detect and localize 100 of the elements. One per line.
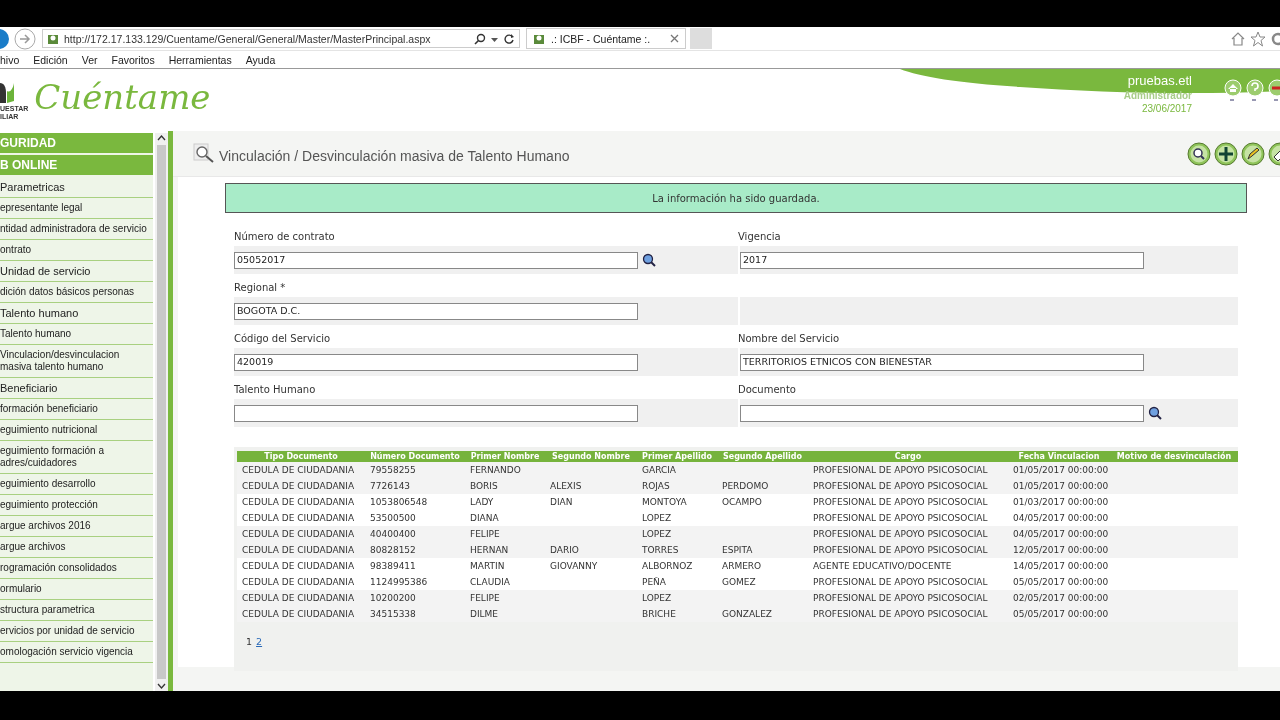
gear-icon[interactable] (1270, 30, 1280, 47)
search-icon[interactable] (1187, 141, 1211, 166)
table-cell: PEÑA (637, 574, 717, 590)
table-cell: 53500500 (365, 510, 465, 526)
star-icon[interactable] (1250, 30, 1266, 47)
page-icon (533, 32, 545, 45)
user-name: pruebas.etl (1126, 73, 1192, 89)
menu-item[interactable]: formación beneficiario (0, 399, 153, 420)
table-cell: 01/03/2017 00:00:00 (1008, 494, 1110, 510)
home-icon[interactable] (1230, 30, 1246, 47)
table-cell: PROFESIONAL DE APOYO PSICOSOCIAL (808, 526, 1008, 542)
scrollbar[interactable] (155, 133, 168, 691)
menu-item[interactable]: eguimiento desarrollo (0, 474, 153, 495)
table-cell: DIAN (545, 494, 637, 510)
menu-item[interactable]: epresentante legal (0, 198, 153, 219)
menu-item[interactable]: Ver (81, 53, 98, 66)
search-icon[interactable] (642, 253, 656, 267)
table-cell: 01/05/2017 00:00:00 (1008, 462, 1110, 478)
field-label: Nombre del Servicio (738, 333, 840, 344)
menu-item[interactable]: argue archivos 2016 (0, 516, 153, 537)
menu-item[interactable]: Herramientas (168, 53, 232, 66)
input-field[interactable]: BOGOTA D.C. (234, 302, 638, 320)
menu-item[interactable]: ervicios por unidad de servicio (0, 621, 153, 642)
table-cell: 05/05/2017 00:00:00 (1008, 574, 1110, 590)
search-icon[interactable] (1148, 406, 1162, 420)
menu-item[interactable]: eguimiento nutricional (0, 420, 153, 441)
input-field[interactable] (234, 404, 638, 422)
table-cell: CEDULA DE CIUDADANIA (237, 494, 365, 510)
close-icon[interactable] (670, 34, 679, 43)
table-cell: BORIS (465, 478, 545, 494)
column-header: Motivo de desvinculación (1110, 451, 1238, 462)
table-cell: DARIO (545, 542, 637, 558)
table-cell: FERNANDO (465, 462, 545, 478)
input-field[interactable]: 05052017 (234, 251, 638, 269)
field-label: Código del Servicio (234, 333, 331, 344)
menu-item[interactable]: Beneficiario (0, 378, 153, 399)
table-cell: CEDULA DE CIUDADANIA (237, 478, 365, 494)
table-cell: DILME (465, 606, 545, 622)
menu-item[interactable]: ormulario (0, 579, 153, 600)
table-cell: FELIPE (465, 526, 545, 542)
table-cell: LOPEZ (637, 510, 717, 526)
input-field[interactable]: TERRITORIOS ETNICOS CON BIENESTAR (740, 353, 1144, 371)
table-cell: 12/05/2017 00:00:00 (1008, 542, 1110, 558)
table-cell: PROFESIONAL DE APOYO PSICOSOCIAL (808, 462, 1008, 478)
menu-item[interactable]: Parametricas (0, 177, 153, 198)
success-message: La información ha sido guardada. (225, 183, 1247, 213)
table-cell: 01/05/2017 00:00:00 (1008, 478, 1110, 494)
menu-item[interactable]: rogramación consolidados (0, 558, 153, 579)
add-icon[interactable] (1214, 141, 1238, 166)
menu-item[interactable]: eguimiento formación a adres/cuidadores (0, 441, 153, 474)
table-cell: PROFESIONAL DE APOYO PSICOSOCIAL (808, 478, 1008, 494)
menu-item[interactable]: Favoritos (111, 53, 155, 66)
table-cell: CEDULA DE CIUDADANIA (237, 574, 365, 590)
menu-item[interactable]: Vinculacion/desvinculacion masiva talento humano (0, 345, 153, 378)
menu-item[interactable]: ntidad administradora de servicio (0, 219, 153, 240)
scroll-down-icon[interactable] (157, 681, 166, 691)
table-cell: PROFESIONAL DE APOYO PSICOSOCIAL (808, 542, 1008, 558)
browser-tab[interactable]: .: ICBF - Cuéntame :. (526, 28, 686, 49)
column-header: Segundo Apellido (717, 451, 808, 462)
table-cell: LOPEZ (637, 526, 717, 542)
current-page[interactable]: 1 (246, 636, 253, 647)
menu-item[interactable]: Talento humano (0, 303, 153, 324)
input-field[interactable]: 420019 (234, 353, 638, 371)
menu-item[interactable]: Ayuda (245, 53, 276, 66)
table-cell: CEDULA DE CIUDADANIA (237, 462, 365, 478)
table-cell: DIANA (465, 510, 545, 526)
table-cell: GONZALEZ (717, 606, 808, 622)
input-field[interactable]: 2017 (740, 251, 1144, 269)
menu-item[interactable]: argue archivos (0, 537, 153, 558)
table-cell: ALEXIS (545, 478, 637, 494)
table-cell: MARTIN (465, 558, 545, 574)
back-icon[interactable] (0, 27, 10, 50)
refresh-icon[interactable] (503, 32, 515, 45)
table-cell: MONTOYA (637, 494, 717, 510)
menu-item[interactable]: dición datos básicos personas (0, 282, 153, 303)
table-cell: 80828152 (365, 542, 465, 558)
session-date: 23/06/2017 (1140, 102, 1192, 115)
scroll-up-icon[interactable] (157, 133, 166, 143)
menu-item[interactable]: structura parametrica (0, 600, 153, 621)
address-bar[interactable]: http://172.17.133.129/Cuentame/General/General/Master/MasterPrincipal.aspx (42, 29, 520, 48)
table-cell: CEDULA DE CIUDADANIA (237, 542, 365, 558)
table-cell: OCAMPO (717, 494, 808, 510)
search-icon[interactable] (474, 32, 486, 45)
page-link[interactable]: 2 (256, 636, 263, 647)
table-cell: BRICHE (637, 606, 717, 622)
pencil-icon[interactable] (1241, 141, 1265, 166)
table-cell: 10200200 (365, 590, 465, 606)
menu-item[interactable]: Unidad de servicio (0, 261, 153, 282)
field-label: Número de contrato (234, 231, 335, 242)
menu-item[interactable]: Talento humano (0, 324, 153, 345)
menu-item[interactable]: omologación servicio vigencia (0, 642, 153, 663)
input-field[interactable] (740, 404, 1144, 422)
menu-item[interactable]: Edición (33, 53, 68, 66)
table-cell: GARCIA (637, 462, 717, 478)
table-cell: LADY (465, 494, 545, 510)
table-cell: 05/05/2017 00:00:00 (1008, 606, 1110, 622)
table-cell: 98389411 (365, 558, 465, 574)
menu-item[interactable]: ontrato (0, 240, 153, 261)
menu-item[interactable]: hivo (0, 53, 20, 66)
menu-item[interactable]: eguimiento protección (0, 495, 153, 516)
